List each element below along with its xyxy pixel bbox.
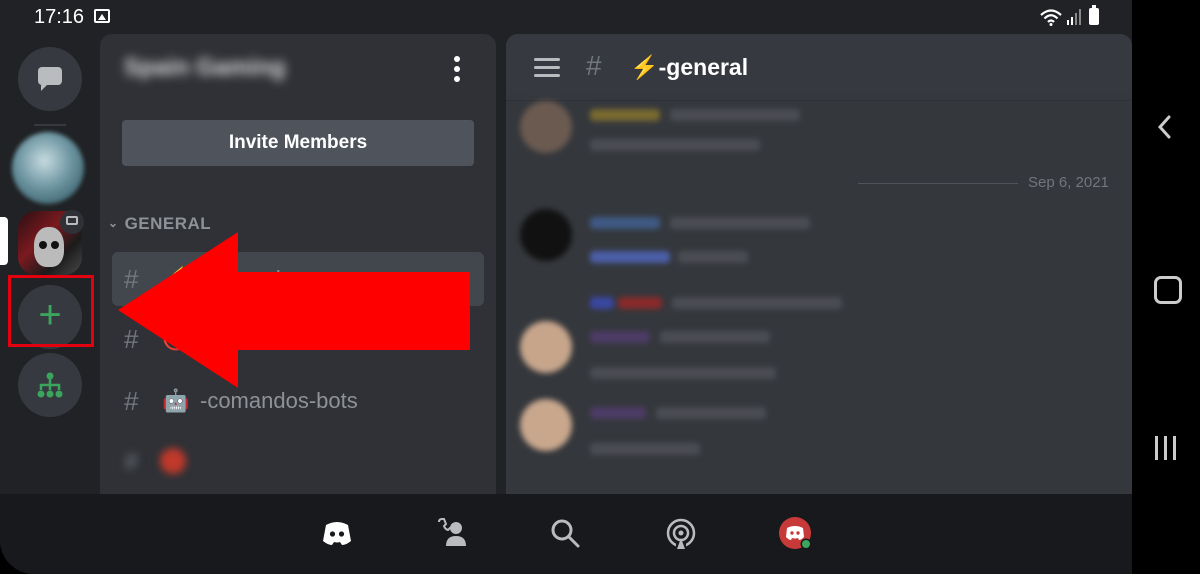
- battery-icon: [1089, 5, 1099, 25]
- reply-text: [672, 297, 842, 309]
- hamburger-menu-icon[interactable]: [534, 58, 560, 82]
- chat-panel: # ⚡-general Sep 6, 2021: [506, 34, 1132, 494]
- message-text: [590, 443, 700, 455]
- message-text: [678, 251, 748, 263]
- direct-messages-button[interactable]: [18, 47, 82, 111]
- server-rail: +: [0, 34, 100, 494]
- back-icon[interactable]: [1152, 114, 1178, 140]
- channel-title-text: -general: [658, 54, 749, 80]
- avatar: [520, 101, 572, 153]
- rail-divider: [34, 124, 66, 126]
- message-text: [590, 367, 776, 379]
- bottom-navigation: [0, 494, 1132, 574]
- message-timestamp: [660, 331, 770, 343]
- channel-category[interactable]: ⌄ GENERAL: [108, 214, 211, 234]
- app-screen: 17:16 + Spain Gaming Invite Members ⌄ GE…: [0, 0, 1132, 574]
- message-author: [590, 331, 650, 343]
- message-author: [590, 407, 646, 419]
- message-timestamp: [670, 109, 800, 121]
- category-label: GENERAL: [124, 214, 212, 233]
- hash-icon: #: [586, 50, 602, 81]
- invite-members-button[interactable]: Invite Members: [122, 120, 474, 166]
- more-options-icon[interactable]: [452, 56, 462, 82]
- reply-indicator: [590, 297, 614, 309]
- mentions-icon[interactable]: [664, 516, 698, 550]
- channel-item-blurred[interactable]: #: [112, 434, 484, 488]
- message-mention: [590, 251, 670, 263]
- home-icon[interactable]: [1154, 276, 1182, 304]
- chat-header: # ⚡-general: [506, 34, 1132, 101]
- profile-avatar-icon[interactable]: [778, 516, 812, 550]
- screen-share-badge-icon: [60, 210, 84, 234]
- message-timestamp: [656, 407, 766, 419]
- server-icon-1[interactable]: [12, 132, 84, 204]
- channel-emoji: [160, 448, 186, 474]
- recent-apps-icon[interactable]: [1154, 436, 1178, 460]
- message-author: [590, 217, 660, 229]
- chat-bubble-icon: [38, 67, 62, 91]
- search-icon[interactable]: [548, 516, 582, 550]
- highlight-box: [8, 275, 94, 347]
- server-avatar-art: [34, 227, 64, 267]
- android-navigation-bar: [1132, 0, 1200, 574]
- avatar: [520, 209, 572, 261]
- image-notification-icon: [94, 9, 110, 23]
- chevron-down-icon: ⌄: [108, 216, 119, 230]
- message-timestamp: [670, 217, 810, 229]
- signal-icon: [1067, 9, 1081, 25]
- explore-servers-button[interactable]: [18, 353, 82, 417]
- reply-author: [618, 297, 662, 309]
- hierarchy-icon: [37, 372, 63, 398]
- message-list: [506, 101, 1132, 494]
- status-bar: 17:16: [0, 0, 1132, 34]
- avatar: [520, 399, 572, 451]
- lightning-icon: ⚡: [630, 54, 659, 80]
- date-divider-text: Sep 6, 2021: [1028, 174, 1109, 191]
- hash-icon: #: [124, 446, 139, 476]
- selected-server-indicator: [0, 217, 8, 265]
- message-author: [590, 109, 660, 121]
- friends-call-icon[interactable]: [436, 516, 470, 550]
- server-name[interactable]: Spain Gaming: [124, 54, 344, 86]
- date-divider: Sep 6, 2021: [858, 174, 1124, 194]
- divider-line: [858, 183, 1018, 184]
- wifi-icon: [1040, 9, 1062, 26]
- discord-home-icon[interactable]: [320, 516, 354, 550]
- channel-title: ⚡-general: [630, 54, 748, 81]
- avatar: [520, 321, 572, 373]
- message-text: [590, 139, 760, 151]
- tutorial-arrow-icon: [118, 232, 470, 388]
- status-time: 17:16: [34, 6, 85, 28]
